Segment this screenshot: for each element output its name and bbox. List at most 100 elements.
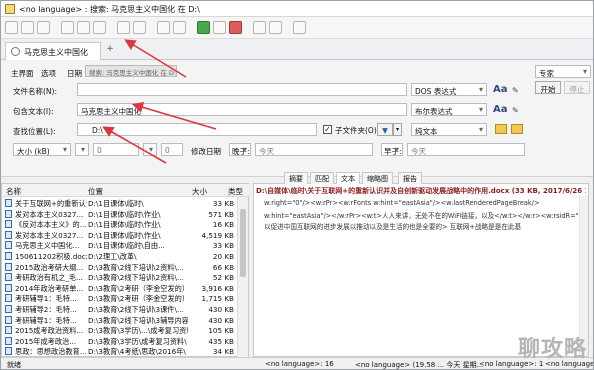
subtab-options[interactable]: 选项: [41, 68, 56, 79]
tab-summary[interactable]: 摘要: [284, 172, 308, 184]
row-location: D:\3教育\2线下培训\3辅导内容\: [88, 315, 188, 325]
filename-input[interactable]: [77, 83, 407, 96]
boolean-dropdown[interactable]: 布尔表达式: [411, 103, 487, 116]
table-row[interactable]: 2015成考政治资料... D:\3教育\3学历\...\成考复习资料\ 105 K…: [2, 325, 238, 336]
save-icon[interactable]: [37, 21, 50, 34]
table-row[interactable]: 考研辅导2：毛特... D:\3教育\2线下培训\3课件\... 430 KB: [2, 304, 238, 315]
row-name: 发对本本主义0327...: [15, 209, 84, 219]
regex-icon[interactable]: ✎: [512, 106, 519, 115]
back-icon[interactable]: [117, 21, 130, 34]
list-icon[interactable]: [173, 21, 186, 34]
row-location: D:\3教育\2线下培训\2资料\...: [88, 273, 184, 283]
size-dropdown[interactable]: 大小 (kB): [13, 143, 71, 156]
size-min-input[interactable]: 0: [93, 143, 139, 156]
report-icon[interactable]: [253, 21, 266, 34]
filter-icon[interactable]: [157, 21, 170, 34]
col-name[interactable]: 名称: [6, 186, 21, 197]
row-name: 2015年成考政治...: [15, 336, 77, 346]
contains-input[interactable]: 马克思主义中国化: [77, 103, 407, 116]
table-row[interactable]: 2015年成考政治... D:\3教育\3学历\成考复习资料\ 435 KB: [2, 336, 238, 347]
new-icon[interactable]: [5, 21, 18, 34]
col-location[interactable]: 位置: [88, 186, 103, 197]
before-input[interactable]: 今天: [255, 143, 373, 156]
tab-report[interactable]: 报告: [398, 172, 422, 184]
start-button[interactable]: 开始: [535, 81, 561, 94]
contains-label: 包含文本(I):: [13, 107, 54, 116]
wildcard-icon[interactable]: ✎: [512, 86, 519, 95]
preview-line: w:hint="eastAsia"/></w:rPr><w:t>人人来讲，无处不…: [264, 212, 582, 220]
row-name: 发对本本主义0327...: [15, 230, 84, 240]
table-row[interactable]: 150611202积极.docx D:\2理工\改革\ 20 KB: [2, 251, 238, 262]
word-file-icon: [5, 209, 12, 218]
profile-dropdown[interactable]: 专家: [535, 65, 591, 78]
table-row[interactable]: 考研辅导1：毛特... D:\3教育\2线下培训\3辅导内容\ 430 KB: [2, 315, 238, 326]
preview-tabs: 摘要 匹配 文本 缩略图 报告: [254, 172, 590, 184]
subfolder-checkbox[interactable]: ✓: [323, 125, 332, 134]
col-size[interactable]: 大小: [192, 186, 207, 197]
table-row[interactable]: 马克思主义中国化... D:\1目课体\临时\自由... 33 KB: [2, 240, 238, 251]
preview-line: w:right="0"/><w:rPr><w:rFonts w:hint="ea…: [264, 199, 540, 207]
word-file-icon: [5, 199, 12, 207]
help-icon[interactable]: [293, 21, 306, 34]
table-row[interactable]: 2015政治考研大纲... D:\3教育\2线下培训\2资料\... 66 KB: [2, 262, 238, 273]
filter-button[interactable]: ▼: [377, 123, 393, 136]
folder-icon[interactable]: [495, 124, 507, 134]
status-ready: 就绪: [7, 361, 21, 369]
pause-icon[interactable]: [213, 21, 226, 34]
cut-icon[interactable]: [61, 21, 74, 34]
forward-icon[interactable]: [133, 21, 146, 34]
row-location: D:\3教育\4考纸\思政\2016年\: [88, 347, 186, 357]
subtab-main[interactable]: 主界面: [11, 68, 34, 79]
row-location: D:\1目课体\临时\作业\: [88, 220, 161, 230]
table-row[interactable]: 考研辅导1：毛特... D:\3教育\2考研（李金空发的）\ 1,715 KB: [2, 293, 238, 304]
stop-icon[interactable]: [229, 21, 242, 34]
tab-search-label: 马克思主义中国化: [24, 48, 88, 57]
options-icon[interactable]: [269, 21, 282, 34]
table-row[interactable]: 《反对本本主义》的... D:\1目课体\临时\作业\ 16 KB: [2, 219, 238, 230]
plaintext-dropdown[interactable]: 纯文本: [411, 123, 487, 136]
case-filename-toggle[interactable]: Aa: [493, 84, 508, 95]
copy-icon[interactable]: [77, 21, 90, 34]
after-input[interactable]: 今天: [407, 143, 525, 156]
app-icon: [5, 4, 15, 14]
table-row[interactable]: 2014年政治考研单... D:\3教育\2考研（李金空发的）\ 3,916 KB: [2, 283, 238, 294]
search-options: 主界面 选项 日期 特殊字符 搜索: 马克思主义中国化 在 D:\ 文件名称(N…: [1, 61, 593, 177]
stop-button[interactable]: 停止: [564, 81, 590, 94]
row-size: 52 KB: [212, 273, 234, 283]
row-size: 105 KB: [208, 326, 234, 336]
results-scrollbar[interactable]: [237, 197, 248, 357]
location-input[interactable]: D:\: [77, 123, 317, 136]
size-op-dropdown[interactable]: [75, 143, 89, 156]
word-file-icon: [5, 336, 12, 345]
size-op2-dropdown[interactable]: [143, 143, 157, 156]
run-icon[interactable]: [197, 21, 210, 34]
tab-text[interactable]: 文本: [336, 172, 360, 184]
open-icon[interactable]: [21, 21, 34, 34]
scroll-thumb[interactable]: [240, 209, 246, 277]
row-location: D:\2理工\改革\: [88, 252, 137, 261]
new-tab-button[interactable]: +: [105, 45, 115, 55]
filter-more-button[interactable]: ▾: [393, 123, 402, 136]
row-name: 2014年政治考研单...: [15, 283, 84, 293]
size-max-input[interactable]: 0: [161, 143, 183, 156]
row-name: 150611202积极.docx: [15, 252, 87, 261]
col-type[interactable]: 类型: [228, 186, 243, 197]
paste-icon[interactable]: [93, 21, 106, 34]
table-row[interactable]: 思政：思想政治教育... D:\3教育\4考纸\思政\2016年\ 34 KB: [2, 346, 238, 357]
subtab-date[interactable]: 日期: [67, 68, 82, 79]
after-dropdown[interactable]: 早于:: [381, 143, 403, 156]
before-dropdown[interactable]: 晚于:: [229, 143, 251, 156]
table-row[interactable]: 发对本本主义0327... D:\1目课体\临时\作业\ 571 KB: [2, 209, 238, 220]
table-row[interactable]: 关于互联网+的重新认识...D:\1目课体\临时\ 33 KB: [2, 198, 238, 209]
row-location: D:\3教育\2考研（李金空发的）\: [88, 283, 188, 293]
tab-search[interactable]: 马克思主义中国化: [5, 42, 101, 60]
tab-thumbnail[interactable]: 缩略图: [362, 172, 393, 184]
word-file-icon: [5, 326, 12, 335]
folder-open-icon[interactable]: [511, 124, 523, 134]
tab-match[interactable]: 匹配: [310, 172, 334, 184]
row-location: D:\3教育\2线下培训\2资料\...: [88, 262, 184, 272]
table-row[interactable]: 考研政治有机之_毛... D:\3教育\2线下培训\2资料\... 52 KB: [2, 272, 238, 283]
case-text-toggle[interactable]: Aa: [493, 104, 508, 115]
table-row[interactable]: 发对本本主义0327... D:\1目课体\临时\作业\ 4,519 KB: [2, 230, 238, 241]
dos-dropdown[interactable]: DOS 表达式: [411, 83, 487, 96]
